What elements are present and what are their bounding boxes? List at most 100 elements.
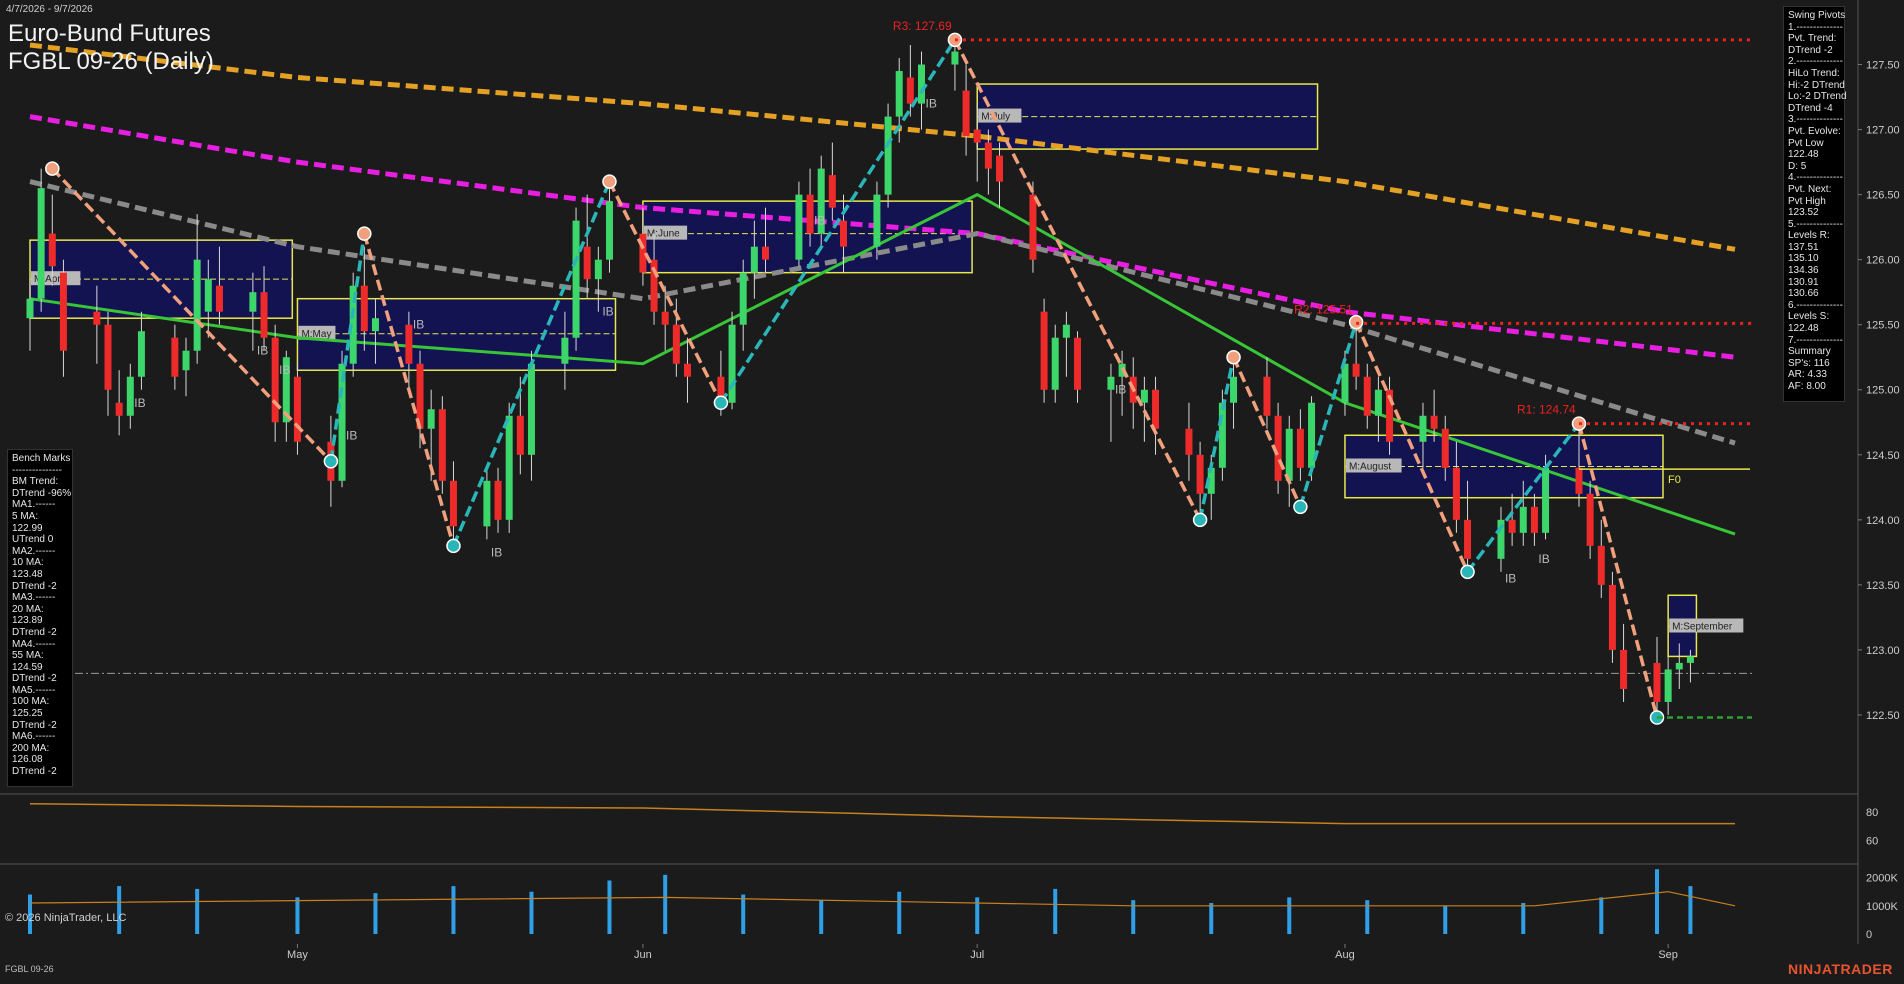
monthly-box-label-group: M:June bbox=[643, 225, 688, 240]
candle-body bbox=[59, 272, 67, 351]
candle-body bbox=[260, 292, 268, 338]
candle-body bbox=[973, 129, 981, 143]
bench-marks-row: DTrend -2 bbox=[12, 719, 57, 731]
bench-marks-row: 10 MA: bbox=[12, 557, 44, 569]
candle-body bbox=[449, 480, 457, 527]
candle-body bbox=[137, 331, 145, 377]
month-tick-label: May bbox=[287, 949, 308, 961]
date-range: 4/7/2026 - 9/7/2026 bbox=[6, 4, 93, 15]
volume-bar bbox=[897, 891, 902, 934]
candle-body bbox=[505, 415, 513, 520]
candle-body bbox=[483, 480, 491, 527]
swing-pivots-row: Pvt. Next: bbox=[1788, 183, 1832, 195]
swing-pivots-row: 134.36 bbox=[1788, 265, 1819, 277]
bench-marks-row: 100 MA: bbox=[12, 696, 50, 708]
symbol-footer: FGBL 09-26 bbox=[5, 964, 54, 974]
candle-body bbox=[1352, 363, 1360, 377]
volume-bar bbox=[1688, 886, 1693, 934]
swing-high-marker bbox=[602, 174, 617, 189]
volume-bar bbox=[819, 900, 824, 934]
candle-body bbox=[1675, 662, 1683, 670]
candle-body bbox=[1140, 389, 1148, 403]
swing-pivots-row: DTrend -2 bbox=[1788, 44, 1833, 56]
volume-bar bbox=[117, 886, 122, 934]
candle-body bbox=[527, 363, 535, 455]
swing-pivots-row: DTrend -4 bbox=[1788, 102, 1833, 114]
candle-body bbox=[918, 64, 926, 104]
candle-body bbox=[672, 324, 680, 364]
candle-body bbox=[750, 246, 758, 273]
candle-body bbox=[572, 220, 580, 338]
swing-pivots-row: 130.91 bbox=[1788, 276, 1819, 288]
candle-body bbox=[996, 155, 1004, 182]
candle-body bbox=[739, 272, 747, 325]
volume-tick-label: 0 bbox=[1866, 929, 1872, 941]
volume-bar bbox=[295, 897, 300, 934]
swing-pivots-row: 7.-------------- bbox=[1788, 334, 1843, 346]
swing-pivots-row: 122.48 bbox=[1788, 149, 1819, 161]
candle-body bbox=[215, 285, 223, 312]
candle bbox=[817, 155, 825, 247]
bench-marks-row: UTrend 0 bbox=[12, 534, 54, 546]
candle-body bbox=[249, 292, 257, 312]
candle-body bbox=[1218, 402, 1226, 468]
candle bbox=[572, 207, 580, 351]
candle-body bbox=[1062, 324, 1070, 338]
bench-marks-row: MA2.------ bbox=[12, 545, 56, 557]
price-tick-label: 124.50 bbox=[1866, 450, 1900, 462]
swing-pivots-panel: Swing Pivots 1.-------------- Pvt. Trend: D… bbox=[1783, 6, 1847, 402]
month-tick-label: Aug bbox=[1335, 949, 1355, 961]
monthly-box-label-group: M:July bbox=[978, 108, 1022, 123]
volume-bar bbox=[663, 874, 668, 934]
bench-marks-row: 123.89 bbox=[12, 615, 43, 627]
inside-bar-label: IB bbox=[346, 428, 357, 442]
volume-bar bbox=[1053, 888, 1058, 934]
swing-pivots-row: Pvt High bbox=[1788, 195, 1826, 207]
candle bbox=[37, 168, 45, 312]
price-tick-label: 127.50 bbox=[1866, 60, 1900, 72]
candle-body bbox=[1419, 415, 1427, 442]
inside-bar-label: IB bbox=[1115, 383, 1126, 397]
candle bbox=[293, 363, 301, 455]
swing-pivots-row: 6.-------------- bbox=[1788, 299, 1843, 311]
candle-body bbox=[605, 201, 613, 260]
candle-body bbox=[683, 363, 691, 377]
swing-pivots-row: 135.10 bbox=[1788, 253, 1819, 265]
candle-body bbox=[1653, 662, 1661, 702]
candle-body bbox=[1152, 389, 1160, 429]
inside-bar-label: IB bbox=[134, 396, 145, 410]
bench-marks-row: Bench Marks bbox=[12, 453, 71, 464]
candle bbox=[1608, 571, 1616, 663]
swing-low-marker bbox=[1192, 512, 1208, 528]
candle bbox=[1040, 298, 1048, 403]
swing-high-marker bbox=[1226, 349, 1241, 365]
candle-body bbox=[93, 311, 101, 325]
monthly-box-label: M:August bbox=[1349, 461, 1391, 472]
bench-marks-row: 20 MA: bbox=[12, 603, 44, 615]
candle-body bbox=[1452, 467, 1460, 520]
swing-pivots-row: Levels S: bbox=[1788, 311, 1830, 323]
candle bbox=[884, 103, 892, 208]
chart-title: Euro-Bund Futures bbox=[8, 20, 211, 47]
monthly-box-label: M:June bbox=[647, 229, 680, 240]
volume-bar bbox=[1443, 905, 1448, 934]
volume-bar bbox=[607, 880, 612, 934]
bench-marks-row: DTrend -2 bbox=[12, 673, 57, 685]
candle-body bbox=[1575, 467, 1583, 494]
month-tick-label: Jul bbox=[970, 949, 984, 961]
volume-tick-label: 2000K bbox=[1866, 873, 1898, 885]
swing-pivots-row: 2.-------------- bbox=[1788, 56, 1843, 68]
volume-bar bbox=[373, 893, 378, 934]
volume-bar bbox=[1521, 903, 1526, 934]
candle-body bbox=[728, 324, 736, 403]
bench-marks-row: --------------- bbox=[12, 464, 62, 476]
candle-body bbox=[761, 246, 769, 260]
candle-body bbox=[115, 402, 123, 416]
candle-body bbox=[104, 324, 112, 390]
swing-low-marker bbox=[323, 454, 339, 469]
candle-body bbox=[48, 233, 56, 267]
bench-marks-row: 126.08 bbox=[12, 754, 43, 766]
candle-body bbox=[26, 298, 34, 319]
bench-marks-row: DTrend -2 bbox=[12, 580, 57, 592]
swing-pivots-row: HiLo Trend: bbox=[1788, 67, 1840, 79]
